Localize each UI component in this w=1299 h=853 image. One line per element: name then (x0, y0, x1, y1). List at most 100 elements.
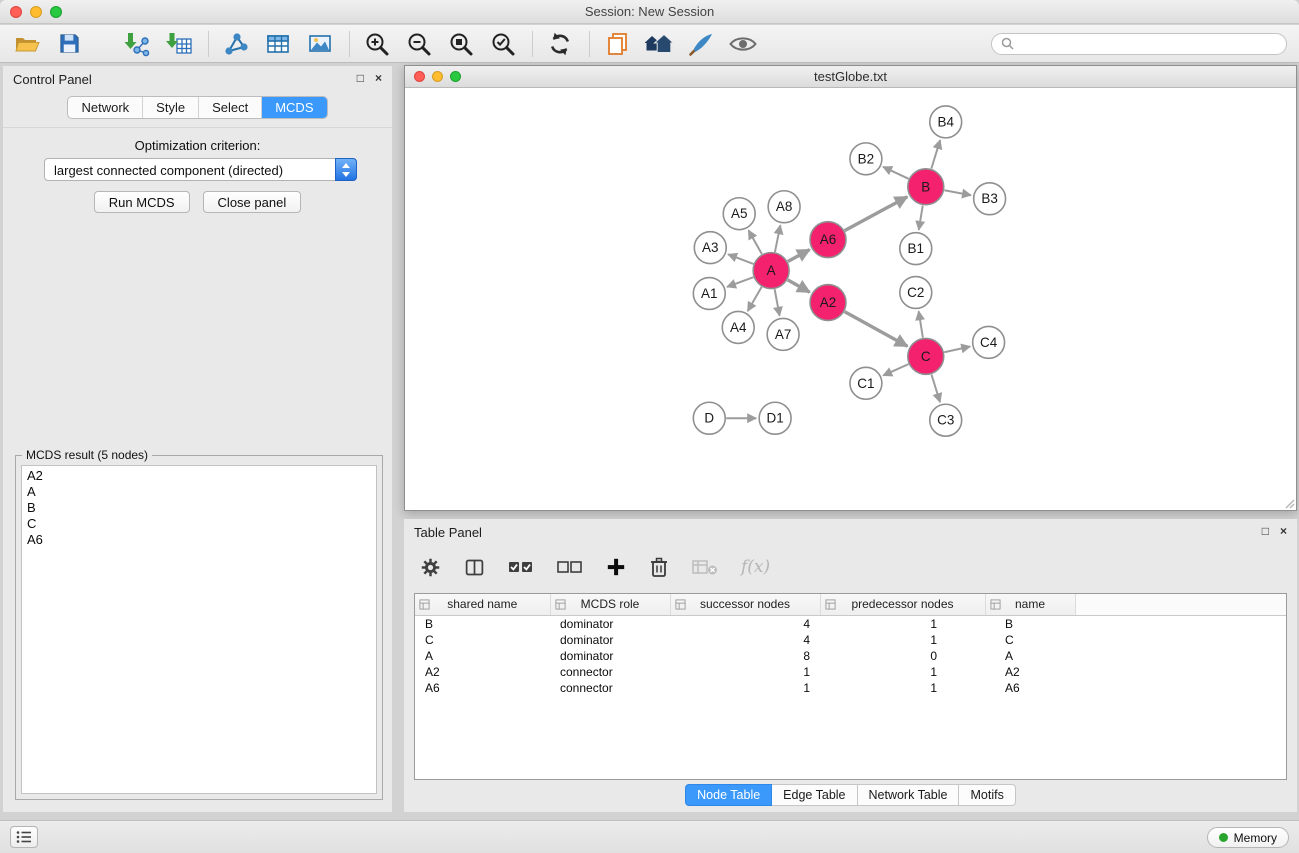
table-cell[interactable]: A2 (415, 664, 550, 680)
table-cell[interactable]: 1 (820, 615, 985, 632)
table-cell[interactable]: A6 (985, 680, 1075, 696)
deselect-all-columns-button[interactable] (557, 557, 583, 577)
graph-node-A7[interactable]: A7 (767, 318, 799, 350)
graph-edge-A-A4[interactable] (748, 287, 762, 311)
close-window-button[interactable] (10, 6, 22, 18)
table-cell[interactable]: A6 (415, 680, 550, 696)
table-cell[interactable]: A (415, 648, 550, 664)
result-item[interactable]: A (27, 484, 371, 500)
graph-node-B4[interactable]: B4 (930, 106, 962, 138)
graph-edge-A-A6[interactable] (788, 250, 810, 262)
select-all-columns-button[interactable] (508, 557, 534, 577)
network-canvas[interactable]: B4B2BB3A8A5A6A3B1AA1C2A2A4A7C4CC1C3DD1 (405, 89, 1296, 510)
graph-edge-A-A1[interactable] (727, 277, 753, 287)
network-graph[interactable]: B4B2BB3A8A5A6A3B1AA1C2A2A4A7C4CC1C3DD1 (405, 89, 1296, 510)
graph-edge-B-B1[interactable] (919, 206, 923, 230)
graph-edge-A-A2[interactable] (788, 280, 810, 292)
network-close-button[interactable] (414, 71, 425, 82)
result-item[interactable]: A2 (27, 468, 371, 484)
result-item[interactable]: A6 (27, 532, 371, 548)
graph-node-B3[interactable]: B3 (974, 183, 1006, 215)
graph-node-A1[interactable]: A1 (693, 278, 725, 310)
table-cell[interactable]: 0 (820, 648, 985, 664)
zoom-in-button[interactable] (360, 29, 394, 59)
graph-edge-A-A3[interactable] (728, 254, 753, 264)
table-cell[interactable]: C (985, 632, 1075, 648)
network-maximize-button[interactable] (450, 71, 461, 82)
open-session-button[interactable] (10, 29, 44, 59)
table-row[interactable]: A2connector11A2 (415, 664, 1286, 680)
open-documents-button[interactable] (600, 29, 634, 59)
column-header-shared-name[interactable]: shared name (415, 594, 550, 615)
graph-edge-B-B2[interactable] (883, 167, 909, 179)
column-header-name[interactable]: name (985, 594, 1075, 615)
table-cell[interactable]: 1 (670, 680, 820, 696)
column-header-MCDS-role[interactable]: MCDS role (550, 594, 670, 615)
column-header-predecessor-nodes[interactable]: predecessor nodes (820, 594, 985, 615)
delete-table-button[interactable] (692, 557, 718, 577)
function-builder-button[interactable]: f(x) (741, 557, 770, 577)
graph-node-B2[interactable]: B2 (850, 143, 882, 175)
column-header-successor-nodes[interactable]: successor nodes (670, 594, 820, 615)
export-table-button[interactable] (261, 29, 295, 59)
tab-mcds[interactable]: MCDS (261, 97, 326, 118)
table-cell[interactable]: A2 (985, 664, 1075, 680)
table-cell[interactable]: connector (550, 680, 670, 696)
minimize-window-button[interactable] (30, 6, 42, 18)
graph-edge-A2-C[interactable] (845, 312, 908, 347)
table-cell[interactable]: 8 (670, 648, 820, 664)
graph-edge-A-A7[interactable] (775, 289, 780, 316)
zoom-out-button[interactable] (402, 29, 436, 59)
graph-node-D1[interactable]: D1 (759, 402, 791, 434)
graph-edge-A-A8[interactable] (775, 225, 780, 252)
table-cell[interactable]: 1 (820, 680, 985, 696)
delete-columns-button[interactable] (649, 556, 669, 578)
memory-button[interactable]: Memory (1207, 827, 1289, 848)
cybrowser-home-button[interactable] (642, 29, 676, 59)
graph-node-C2[interactable]: C2 (900, 277, 932, 309)
show-columns-button[interactable] (464, 557, 485, 578)
graph-edge-A6-B[interactable] (845, 197, 908, 231)
graph-edge-B-B4[interactable] (931, 140, 940, 169)
close-table-panel-icon[interactable]: × (1280, 524, 1287, 538)
search-box[interactable] (991, 33, 1287, 55)
graph-node-C3[interactable]: C3 (930, 404, 962, 436)
import-table-button[interactable] (162, 29, 196, 59)
tab-network-table[interactable]: Network Table (858, 784, 960, 806)
table-settings-button[interactable] (420, 557, 441, 578)
search-input[interactable] (1019, 37, 1277, 51)
apply-style-button[interactable] (684, 29, 718, 59)
graph-edge-C-C4[interactable] (944, 346, 970, 352)
table-cell[interactable]: dominator (550, 632, 670, 648)
graph-node-D[interactable]: D (693, 402, 725, 434)
table-cell[interactable]: 1 (820, 632, 985, 648)
float-panel-icon[interactable]: □ (357, 71, 364, 85)
graph-node-A3[interactable]: A3 (694, 232, 726, 264)
graph-node-A[interactable]: A (753, 253, 789, 289)
table-cell[interactable]: B (985, 615, 1075, 632)
run-mcds-button[interactable]: Run MCDS (94, 191, 190, 213)
table-cell[interactable]: C (415, 632, 550, 648)
table-cell[interactable]: 1 (670, 664, 820, 680)
maximize-window-button[interactable] (50, 6, 62, 18)
graph-node-A5[interactable]: A5 (723, 198, 755, 230)
graph-node-A4[interactable]: A4 (722, 311, 754, 343)
graph-node-B1[interactable]: B1 (900, 233, 932, 265)
graph-node-A2[interactable]: A2 (810, 285, 846, 321)
table-row[interactable]: Adominator80A (415, 648, 1286, 664)
table-row[interactable]: A6connector11A6 (415, 680, 1286, 696)
graph-edge-C-C1[interactable] (883, 364, 908, 375)
export-image-button[interactable] (303, 29, 337, 59)
tab-select[interactable]: Select (198, 97, 261, 118)
close-panel-icon[interactable]: × (375, 71, 382, 85)
graph-node-A8[interactable]: A8 (768, 191, 800, 223)
graph-node-B[interactable]: B (908, 169, 944, 205)
close-panel-button[interactable]: Close panel (203, 191, 302, 213)
criterion-dropdown[interactable]: largest connected component (directed) (44, 158, 357, 181)
tab-style[interactable]: Style (142, 97, 198, 118)
table-cell[interactable]: connector (550, 664, 670, 680)
float-table-panel-icon[interactable]: □ (1262, 524, 1269, 538)
tab-node-table[interactable]: Node Table (685, 784, 772, 806)
table-cell[interactable]: 4 (670, 615, 820, 632)
graph-edge-A-A5[interactable] (748, 230, 761, 254)
